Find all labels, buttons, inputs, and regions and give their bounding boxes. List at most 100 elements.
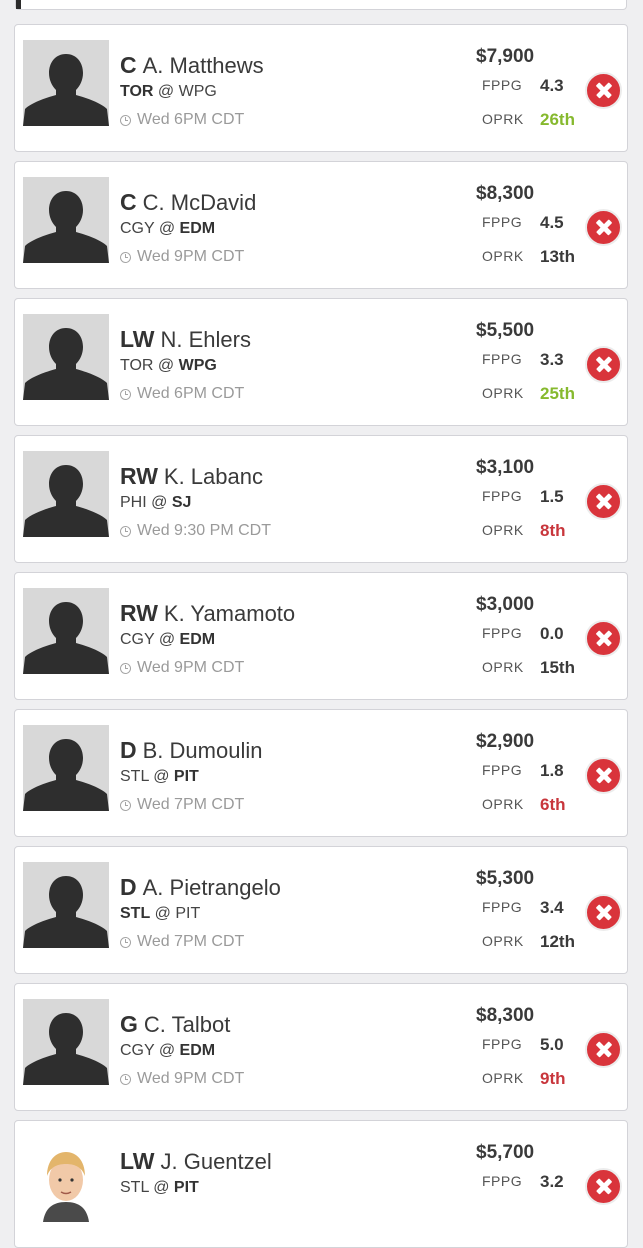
oprk-label: OPRK xyxy=(482,659,524,675)
player-name-line[interactable]: D A. Pietrangelo xyxy=(120,874,281,901)
player-name: K. Yamamoto xyxy=(163,601,296,626)
oprk-value: 12th xyxy=(540,932,575,951)
matchup-separator: @ xyxy=(154,220,180,237)
oprk-label: OPRK xyxy=(482,796,524,812)
oprk-label: OPRK xyxy=(482,1070,524,1086)
game-matchup: STL @ PIT xyxy=(120,1179,199,1197)
remove-player-button[interactable] xyxy=(585,757,622,794)
player-card[interactable]: RW K. Yamamoto CGY @ EDM Wed 9PM CDT $3,0… xyxy=(14,572,628,700)
clock-icon xyxy=(120,662,131,674)
remove-player-button[interactable] xyxy=(585,346,622,383)
position-badge: RW xyxy=(120,463,158,489)
remove-player-button[interactable] xyxy=(585,1031,622,1068)
game-matchup: STL @ PIT xyxy=(120,768,199,786)
player-avatar xyxy=(23,177,109,263)
player-avatar xyxy=(23,1136,109,1222)
player-avatar xyxy=(23,725,109,811)
player-name: A. Pietrangelo xyxy=(142,875,281,900)
away-team: SJ xyxy=(171,494,192,511)
fppg-label: FPPG xyxy=(482,488,523,504)
player-name-line[interactable]: LW N. Ehlers xyxy=(120,326,251,353)
game-matchup: CGY @ EDM xyxy=(120,220,215,238)
matchup-separator: @ xyxy=(146,494,172,511)
remove-player-button[interactable] xyxy=(585,620,622,657)
oprk-label: OPRK xyxy=(482,385,524,401)
fppg-value: 1.8 xyxy=(540,761,564,780)
player-salary: $5,300 xyxy=(476,868,535,889)
remove-player-button[interactable] xyxy=(585,894,622,931)
game-time-text: Wed 7PM CDT xyxy=(137,796,245,813)
remove-player-button[interactable] xyxy=(585,72,622,109)
oprk-value: 8th xyxy=(540,521,566,540)
fppg-label: FPPG xyxy=(482,214,523,230)
position-badge: LW xyxy=(120,326,155,352)
away-team: EDM xyxy=(179,220,216,237)
player-name-line[interactable]: RW K. Yamamoto xyxy=(120,600,295,627)
player-card[interactable]: C A. Matthews TOR @ WPG Wed 6PM CDT $7,90… xyxy=(14,24,628,152)
home-team: STL xyxy=(120,768,149,785)
fppg-label: FPPG xyxy=(482,625,523,641)
game-matchup: STL @ PIT xyxy=(120,905,200,923)
player-card[interactable]: D B. Dumoulin STL @ PIT Wed 7PM CDT $2,90… xyxy=(14,709,628,837)
player-card[interactable]: LW N. Ehlers TOR @ WPG Wed 6PM CDT $5,500… xyxy=(14,298,628,426)
player-card[interactable]: C C. McDavid CGY @ EDM Wed 9PM CDT $8,300… xyxy=(14,161,628,289)
player-avatar xyxy=(23,862,109,948)
fppg-label: FPPG xyxy=(482,1173,523,1189)
clock-icon xyxy=(120,1073,131,1085)
game-time-text: Wed 9PM CDT xyxy=(137,1070,245,1087)
player-avatar xyxy=(23,999,109,1085)
player-salary: $5,500 xyxy=(476,320,535,341)
player-name-line[interactable]: D B. Dumoulin xyxy=(120,737,262,764)
remove-player-button[interactable] xyxy=(585,1168,622,1205)
oprk-value: 9th xyxy=(540,1069,566,1088)
player-salary: $5,700 xyxy=(476,1142,535,1163)
fppg-label: FPPG xyxy=(482,1036,523,1052)
game-time: Wed 7PM CDT xyxy=(120,796,244,814)
player-name-line[interactable]: LW J. Guentzel xyxy=(120,1148,272,1175)
player-name-line[interactable]: C C. McDavid xyxy=(120,189,256,216)
game-time-text: Wed 6PM CDT xyxy=(137,385,245,402)
fppg-label: FPPG xyxy=(482,77,523,93)
remove-player-button[interactable] xyxy=(585,209,622,246)
fppg-value: 4.3 xyxy=(540,76,564,95)
player-name: B. Dumoulin xyxy=(142,738,263,763)
player-card[interactable]: RW K. Labanc PHI @ SJ Wed 9:30 PM CDT $3,… xyxy=(14,435,628,563)
player-name-line[interactable]: C A. Matthews xyxy=(120,52,264,79)
away-team: WPG xyxy=(178,357,217,374)
game-time: Wed 9PM CDT xyxy=(120,248,244,266)
player-card[interactable]: LW J. Guentzel STL @ PIT $5,700 FPPG 3.2 xyxy=(14,1120,628,1248)
game-matchup: TOR @ WPG xyxy=(120,83,217,101)
oprk-label: OPRK xyxy=(482,522,524,538)
position-badge: C xyxy=(120,189,137,215)
player-card[interactable]: D A. Pietrangelo STL @ PIT Wed 7PM CDT $5… xyxy=(14,846,628,974)
player-name: J. Guentzel xyxy=(160,1149,272,1174)
away-team: WPG xyxy=(178,83,217,100)
position-badge: D xyxy=(120,737,137,763)
player-avatar xyxy=(23,588,109,674)
player-name: C. McDavid xyxy=(142,190,257,215)
silhouette-icon xyxy=(23,314,109,400)
fppg-value: 3.2 xyxy=(540,1172,564,1191)
fppg-value: 4.5 xyxy=(540,213,564,232)
silhouette-icon xyxy=(23,999,109,1085)
away-team: EDM xyxy=(179,1042,216,1059)
game-time-text: Wed 9PM CDT xyxy=(137,248,245,265)
oprk-value: 6th xyxy=(540,795,566,814)
player-name: C. Talbot xyxy=(143,1012,231,1037)
away-team: PIT xyxy=(175,905,201,922)
player-name: K. Labanc xyxy=(163,464,263,489)
home-team: STL xyxy=(120,905,151,922)
player-name-line[interactable]: G C. Talbot xyxy=(120,1011,230,1038)
clock-icon xyxy=(120,799,131,811)
player-name-line[interactable]: RW K. Labanc xyxy=(120,463,263,490)
player-salary: $3,000 xyxy=(476,594,535,615)
oprk-label: OPRK xyxy=(482,933,524,949)
game-time-text: Wed 9PM CDT xyxy=(137,659,245,676)
matchup-separator: @ xyxy=(150,905,176,922)
player-salary: $3,100 xyxy=(476,457,535,478)
remove-player-button[interactable] xyxy=(585,483,622,520)
game-matchup: PHI @ SJ xyxy=(120,494,191,512)
player-name: N. Ehlers xyxy=(160,327,251,352)
home-team: CGY xyxy=(120,220,155,237)
player-card[interactable]: G C. Talbot CGY @ EDM Wed 9PM CDT $8,300 … xyxy=(14,983,628,1111)
